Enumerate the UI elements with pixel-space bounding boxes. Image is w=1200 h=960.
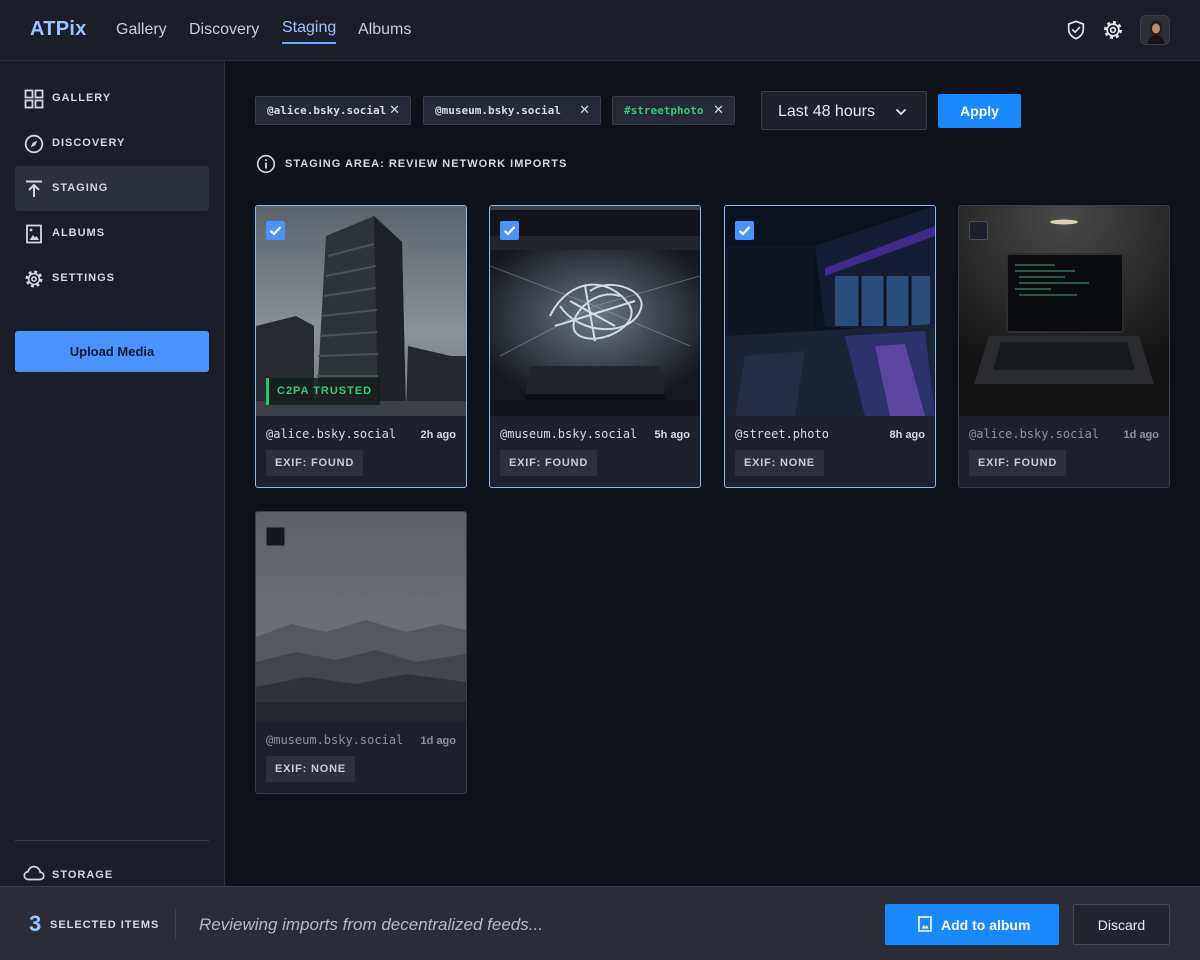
sidebar-divider xyxy=(15,840,209,841)
neon-storefront-image xyxy=(725,206,935,416)
exif-badge: EXIF: NONE xyxy=(266,756,355,782)
card-time: 1d ago xyxy=(1123,429,1159,441)
card-time: 2h ago xyxy=(420,429,456,441)
discard-button[interactable]: Discard xyxy=(1073,904,1170,945)
filter-chip-museum[interactable]: @museum.bsky.social ✕ xyxy=(423,96,601,125)
select-checkbox[interactable] xyxy=(969,221,988,240)
grid-icon xyxy=(24,89,44,109)
gear-icon[interactable] xyxy=(1102,19,1124,41)
avatar-image xyxy=(1141,16,1169,44)
close-icon[interactable]: ✕ xyxy=(713,97,724,124)
nav-staging[interactable]: Staging xyxy=(282,19,337,44)
select-checkbox[interactable] xyxy=(266,527,285,546)
glass-sculpture-image xyxy=(490,206,700,416)
card-time: 8h ago xyxy=(889,429,925,441)
media-card[interactable]: @museum.bsky.social 1d ago EXIF: NONE xyxy=(255,511,467,794)
card-handle: @museum.bsky.social xyxy=(500,427,638,441)
card-handle: @museum.bsky.social xyxy=(266,733,404,747)
laptop-code-image xyxy=(959,206,1169,416)
media-card[interactable]: @museum.bsky.social 5h ago EXIF: FOUND xyxy=(489,205,701,488)
staging-area-label: STAGING AREA: REVIEW NETWORK IMPORTS xyxy=(285,158,568,170)
sidebar-item-label: STAGING xyxy=(52,182,109,194)
nav-albums[interactable]: Albums xyxy=(358,21,411,39)
time-range-value: Last 48 hours xyxy=(778,103,875,120)
sidebar-item-label: SETTINGS xyxy=(52,272,116,284)
sidebar-item-label: DISCOVERY xyxy=(52,137,126,149)
media-card[interactable]: C2PA TRUSTED @alice.bsky.social 2h ago E… xyxy=(255,205,467,488)
sidebar-item-staging[interactable]: STAGING xyxy=(15,166,209,211)
checkmark-icon xyxy=(738,226,751,236)
sidebar-item-discovery[interactable]: DISCOVERY xyxy=(15,121,209,166)
upload-arrow-icon xyxy=(26,180,42,197)
filter-chip-alice[interactable]: @alice.bsky.social ✕ xyxy=(255,96,411,125)
selected-count: 3 xyxy=(29,911,42,936)
footer-divider xyxy=(175,909,176,939)
status-text: Reviewing imports from decentralized fee… xyxy=(199,915,543,934)
filter-chip-label: @alice.bsky.social xyxy=(267,104,387,117)
card-handle: @alice.bsky.social xyxy=(969,427,1100,441)
card-handle: @alice.bsky.social xyxy=(266,427,397,441)
nav-discovery[interactable]: Discovery xyxy=(189,21,259,39)
add-to-album-button[interactable]: Add to album xyxy=(885,904,1059,945)
add-to-album-label: Add to album xyxy=(941,917,1031,933)
gear-icon xyxy=(25,270,43,288)
compass-icon xyxy=(24,134,44,154)
misty-mountains-image xyxy=(256,512,466,722)
sidebar-item-label: GALLERY xyxy=(52,92,112,104)
cloud-icon xyxy=(23,865,45,881)
chevron-down-icon xyxy=(895,108,907,116)
avatar[interactable] xyxy=(1140,15,1170,45)
sidebar-item-settings[interactable]: SETTINGS xyxy=(15,256,209,301)
card-time: 5h ago xyxy=(654,429,690,441)
time-range-select[interactable]: Last 48 hours xyxy=(761,91,927,130)
exif-badge: EXIF: NONE xyxy=(735,450,824,476)
album-icon xyxy=(26,224,42,244)
thumbnail xyxy=(725,206,935,416)
app-logo[interactable]: ATPix xyxy=(30,18,87,41)
selection-bar: 3 SELECTED ITEMS Reviewing imports from … xyxy=(0,886,1200,960)
exif-badge: EXIF: FOUND xyxy=(969,450,1067,476)
sidebar-item-albums[interactable]: ALBUMS xyxy=(15,211,209,256)
media-card[interactable]: @alice.bsky.social 1d ago EXIF: FOUND xyxy=(958,205,1170,488)
shield-check-icon[interactable] xyxy=(1065,19,1087,41)
storage-label: STORAGE xyxy=(52,869,114,881)
media-card[interactable]: @street.photo 8h ago EXIF: NONE xyxy=(724,205,936,488)
info-icon xyxy=(256,154,276,174)
filter-chip-streetphoto[interactable]: #streetphoto ✕ xyxy=(612,96,735,125)
thumbnail xyxy=(490,206,700,416)
exif-badge: EXIF: FOUND xyxy=(500,450,598,476)
apply-button[interactable]: Apply xyxy=(938,94,1021,128)
filter-chip-label: #streetphoto xyxy=(624,104,704,117)
top-bar: ATPix Gallery Discovery Staging Albums xyxy=(0,0,1200,61)
thumbnail xyxy=(256,512,466,722)
c2pa-trusted-badge: C2PA TRUSTED xyxy=(266,378,381,405)
select-checkbox[interactable] xyxy=(500,221,519,240)
album-icon xyxy=(918,916,932,932)
select-checkbox[interactable] xyxy=(735,221,754,240)
sidebar-item-gallery[interactable]: GALLERY xyxy=(15,76,209,121)
selected-items-label: SELECTED ITEMS xyxy=(50,919,160,931)
card-time: 1d ago xyxy=(420,735,456,747)
close-icon[interactable]: ✕ xyxy=(579,97,590,124)
select-checkbox[interactable] xyxy=(266,221,285,240)
sidebar-item-label: ALBUMS xyxy=(52,227,106,239)
filter-chip-label: @museum.bsky.social xyxy=(435,104,561,117)
upload-media-button[interactable]: Upload Media xyxy=(15,331,209,372)
card-handle: @street.photo xyxy=(735,427,829,441)
thumbnail xyxy=(959,206,1169,416)
close-icon[interactable]: ✕ xyxy=(389,97,400,124)
sidebar: GALLERY DISCOVERY STAGING ALBUMS SETTING… xyxy=(0,61,225,886)
exif-badge: EXIF: FOUND xyxy=(266,450,364,476)
nav-gallery[interactable]: Gallery xyxy=(116,21,167,39)
checkmark-icon xyxy=(503,226,516,236)
checkmark-icon xyxy=(269,226,282,236)
